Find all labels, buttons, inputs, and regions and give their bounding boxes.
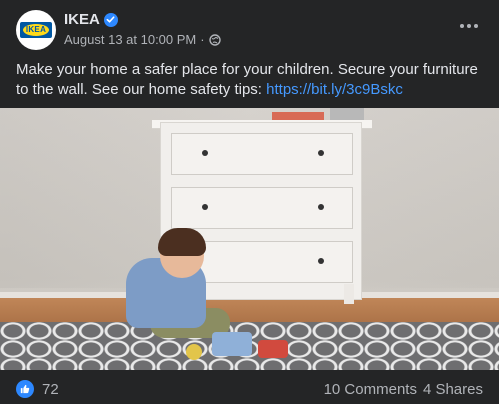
engagement-counts: 10 Comments 4 Shares	[324, 381, 483, 398]
like-reaction-icon[interactable]	[16, 380, 34, 398]
dresser-leg	[344, 284, 354, 304]
ikea-logo-text: IKEA	[25, 25, 47, 34]
reaction-count[interactable]: 72	[42, 381, 59, 398]
globe-icon[interactable]	[208, 33, 221, 46]
drawer-knob	[202, 150, 208, 156]
post-message: Make your home a safer place for your ch…	[16, 61, 478, 98]
comments-count[interactable]: 10 Comments	[324, 381, 417, 398]
drawer-knob	[318, 150, 324, 156]
dresser-drawer	[171, 187, 353, 229]
toy-truck	[212, 332, 252, 356]
page-avatar[interactable]: IKEA	[16, 10, 56, 50]
more-options-icon[interactable]	[455, 16, 483, 36]
page-name-row: IKEA	[64, 11, 118, 28]
child-hair	[158, 228, 206, 256]
books-on-dresser	[330, 108, 364, 120]
facebook-post: IKEA IKEA August 13 at 10:00 PM · Make y…	[0, 0, 499, 404]
post-meta: August 13 at 10:00 PM ·	[64, 32, 221, 47]
post-footer: 72 10 Comments 4 Shares	[16, 378, 483, 400]
verified-badge-icon	[103, 12, 118, 27]
drawer-knob	[202, 204, 208, 210]
drawer-knob	[318, 258, 324, 264]
drawer-knob	[318, 204, 324, 210]
post-timestamp[interactable]: August 13 at 10:00 PM	[64, 32, 196, 47]
post-body: Make your home a safer place for your ch…	[16, 60, 486, 100]
page-name[interactable]: IKEA	[64, 11, 100, 28]
meta-separator: ·	[200, 32, 205, 47]
post-photo[interactable]	[0, 108, 499, 370]
post-header: IKEA IKEA August 13 at 10:00 PM ·	[16, 10, 483, 54]
toy-car	[258, 340, 288, 358]
post-link[interactable]: https://bit.ly/3c9Bskc	[266, 81, 403, 98]
box-on-dresser	[272, 112, 324, 120]
toy-ball	[186, 344, 202, 360]
footer-divider	[0, 370, 499, 371]
dresser-drawer	[171, 133, 353, 175]
shares-count[interactable]: 4 Shares	[423, 381, 483, 398]
